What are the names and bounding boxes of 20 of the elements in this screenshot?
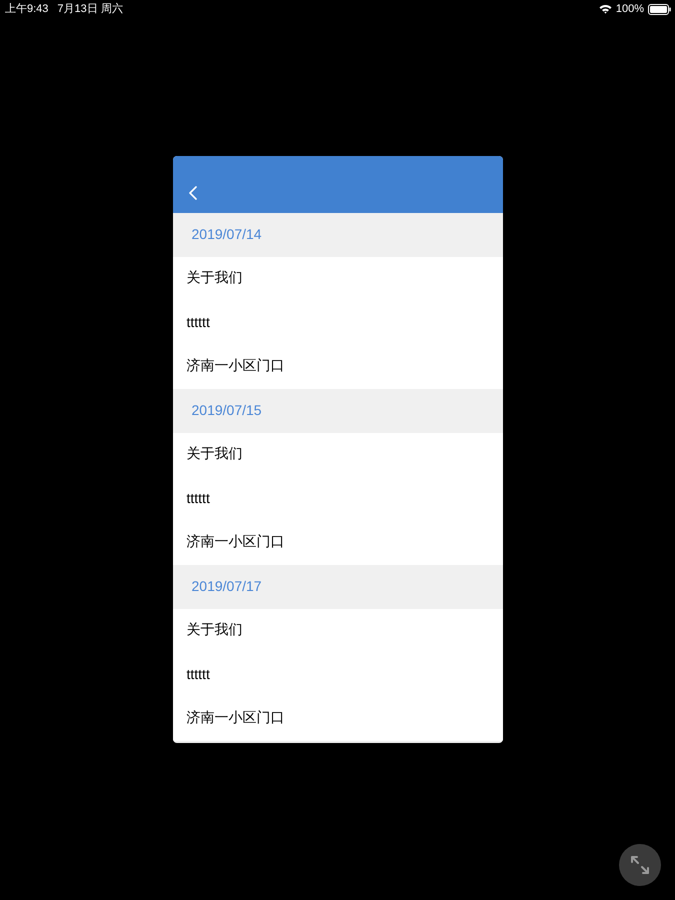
list-item[interactable]: 关于我们 (172, 433, 502, 477)
list-item[interactable]: 济南一小区门口 (172, 345, 502, 389)
list-item[interactable]: tttttt (172, 477, 502, 521)
status-time: 上午9:43 (5, 2, 48, 16)
list-item[interactable]: 关于我们 (172, 257, 502, 301)
status-date: 7月13日 周六 (57, 2, 123, 16)
list-item[interactable]: tttttt (172, 301, 502, 345)
section-date: 2019/07/17 (192, 578, 262, 594)
section-date: 2019/07/14 (192, 226, 262, 242)
section-date: 2019/07/15 (192, 402, 262, 418)
list-item[interactable]: 济南一小区门口 (172, 697, 502, 741)
list-item[interactable]: 关于我们 (172, 609, 502, 653)
battery-percentage: 100% (616, 2, 644, 16)
list-item[interactable]: 济南一小区门口 (172, 521, 502, 565)
back-chevron-icon (188, 186, 196, 200)
fullscreen-button[interactable] (619, 844, 661, 886)
expand-arrows-icon (630, 855, 650, 875)
wifi-icon (598, 4, 612, 14)
list-item[interactable]: tttttt (172, 653, 502, 697)
battery-icon (648, 4, 671, 14)
